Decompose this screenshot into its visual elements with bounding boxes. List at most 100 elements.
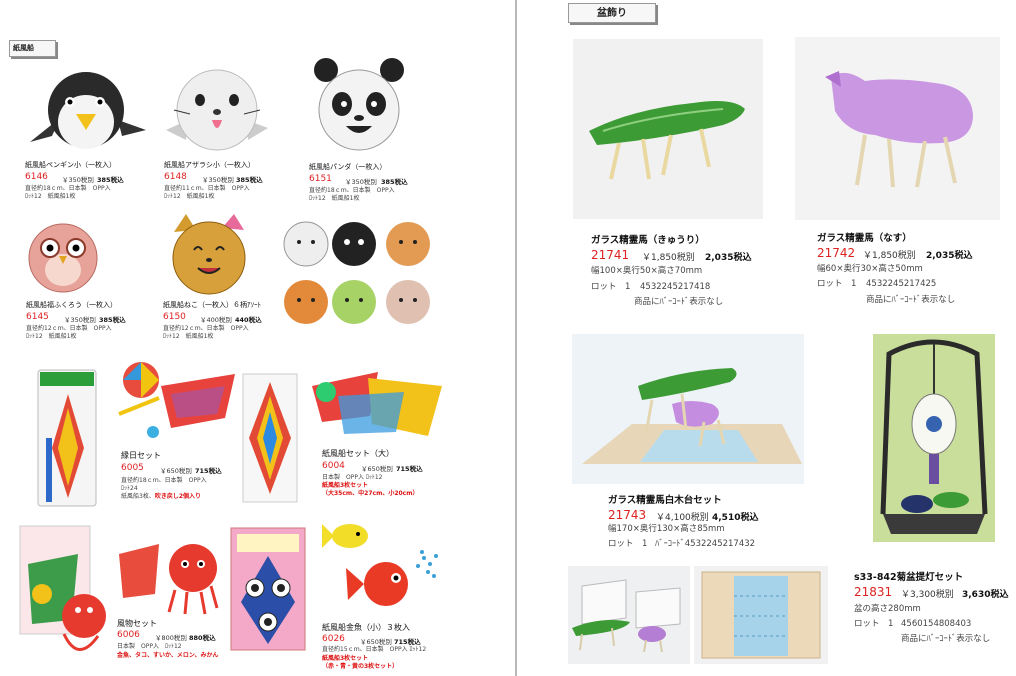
seal-balloon-photo bbox=[160, 58, 275, 156]
spec-line: 直径約18ｃｍ、日本製 OPP入 bbox=[121, 477, 207, 484]
section-label-bonkazari: 盆飾り bbox=[568, 3, 656, 23]
note-red: 紙風船3枚セット bbox=[322, 655, 369, 662]
price-in: 715税込 bbox=[396, 465, 423, 473]
price-in: 385税込 bbox=[381, 178, 408, 186]
section-label-kamifusen: 紙風船 bbox=[9, 40, 56, 57]
price-ex: ￥3,300税別 bbox=[901, 590, 954, 600]
ennichi-set-package-photo bbox=[34, 368, 100, 508]
note-red: （赤・青・黄の3枚セット） bbox=[322, 663, 399, 670]
price-in: 385税込 bbox=[97, 176, 124, 184]
price-in: 385税込 bbox=[99, 316, 126, 324]
product-name: 紙風船金魚（小）３枚入 bbox=[322, 623, 410, 632]
price-in: 715税込 bbox=[394, 638, 421, 646]
price-ex: ￥650税別 bbox=[361, 465, 393, 473]
price-ex: ￥1,850税別 bbox=[642, 253, 695, 263]
spec-line: ﾛｯﾄ12 紙風船1枚 bbox=[309, 195, 360, 202]
price-in: 4,510税込 bbox=[712, 513, 759, 523]
product-name: s33-842菊盆提灯セット bbox=[854, 572, 964, 583]
product-code: 6151 bbox=[309, 174, 332, 184]
note-red: 金魚、タコ、すいか、メロン、みかん bbox=[117, 652, 219, 659]
spec-line: ﾛｯﾄ12 紙風船1枚 bbox=[164, 193, 215, 200]
product-name: 風物セット bbox=[117, 619, 157, 628]
product-code: 6150 bbox=[163, 312, 186, 322]
panda-balloon-photo bbox=[308, 56, 408, 154]
product-code: 6004 bbox=[322, 461, 345, 471]
price-in: 2,035税込 bbox=[705, 253, 752, 263]
price-ex: ￥350税別 bbox=[345, 178, 377, 186]
fubutsu-set-contents-photo bbox=[113, 524, 221, 616]
product-name: ガラス精霊馬（なす） bbox=[817, 233, 912, 244]
product-code: 6006 bbox=[117, 630, 140, 640]
owl-balloon-photo bbox=[26, 214, 100, 296]
product-name: 紙風船パンダ（一枚入） bbox=[309, 163, 387, 171]
goldfish-balloon-photo bbox=[320, 514, 446, 618]
spec-line: 日本製 OPP入 ﾛｯﾄ12 bbox=[117, 643, 182, 650]
product-name: 紙風船セット（大） bbox=[322, 449, 394, 458]
product-code: 6146 bbox=[25, 172, 48, 182]
chrysanthemum-lantern-set-photo bbox=[873, 334, 995, 542]
cat-balloon-assort-photo bbox=[282, 214, 437, 332]
price-ex: ￥400税別 bbox=[200, 316, 232, 324]
product-name: ガラス精霊馬白木台セット bbox=[608, 495, 722, 506]
lot-line: ロット 1 bbox=[817, 279, 857, 289]
price-in: 3,630税込 bbox=[962, 590, 1009, 600]
penguin-balloon-photo bbox=[22, 58, 147, 156]
product-code: 6145 bbox=[26, 312, 49, 322]
barcode-note: 商品にﾊﾞｰｺｰﾄﾞ表示なし bbox=[634, 297, 724, 307]
lot-line: ロット 1 bbox=[854, 619, 894, 629]
spec-line: 日本製 OPP入 ﾛｯﾄ12 bbox=[322, 474, 383, 481]
spec-line: ﾛｯﾄ24 bbox=[121, 485, 138, 492]
product-name: 紙風船福ふくろう（一枚入） bbox=[26, 301, 117, 309]
price-ex: ￥350税別 bbox=[202, 176, 234, 184]
jan-code: 4532245217418 bbox=[640, 282, 711, 292]
spec-line: 幅170×奥行130×高さ85mm bbox=[608, 524, 725, 534]
glass-set-wooden-stand-photo bbox=[572, 334, 804, 484]
spec-line: ﾛｯﾄ12 紙風船1枚 bbox=[25, 193, 76, 200]
price-ex: ￥650税別 bbox=[360, 638, 392, 646]
spec-line: 直径約12ｃｍ、日本製 OPP入 bbox=[163, 325, 249, 332]
fubutsu-set-package-photo bbox=[18, 524, 112, 664]
product-code: 21742 bbox=[817, 246, 856, 260]
product-name: 紙風船ペンギン小（一枚入） bbox=[25, 161, 116, 169]
product-code: 21743 bbox=[608, 508, 647, 522]
spec-line: ﾛｯﾄ12 紙風船1枚 bbox=[163, 333, 214, 340]
spec-line: 直径約18ｃｍ、日本製 OPP入 bbox=[309, 187, 395, 194]
product-code: 6026 bbox=[322, 634, 345, 644]
glass-eggplant-photo bbox=[795, 37, 1000, 220]
barcode-note: 商品にﾊﾞｰｺｰﾄﾞ表示なし bbox=[866, 295, 956, 305]
price-ex: ￥350税別 bbox=[62, 176, 94, 184]
product-name: 紙風船アザラシ小（一枚入） bbox=[164, 161, 255, 169]
goldfish-set-package-photo bbox=[229, 526, 307, 652]
price-ex: ￥650税別 bbox=[160, 467, 192, 475]
lot-line: ロット 1 bbox=[608, 539, 648, 549]
product-name: ガラス精霊馬（きゅうり） bbox=[591, 235, 705, 246]
spec-line: 直径約11ｃｍ、日本製 OPP入 bbox=[164, 185, 250, 192]
spec-line: ﾛｯﾄ12 紙風船1枚 bbox=[26, 333, 77, 340]
spec-line: 紙風船3枚、吹き戻し2個入り bbox=[121, 493, 202, 500]
price-in: 880税込 bbox=[189, 634, 216, 642]
spec-line: 幅60×奥行30×高さ50mm bbox=[817, 264, 923, 274]
price-ex: ￥350税別 bbox=[64, 316, 96, 324]
page-divider bbox=[515, 0, 517, 676]
glass-set-packaging-photo bbox=[568, 566, 690, 664]
glass-cucumber-photo bbox=[573, 39, 763, 219]
spec-line: 盆の高さ280mm bbox=[854, 604, 921, 614]
jan-code: ﾊﾞｰｺｰﾄﾞ4532245217432 bbox=[655, 539, 756, 549]
lot-line: ロット 1 bbox=[591, 282, 631, 292]
price-in: 715税込 bbox=[195, 467, 222, 475]
spec-line: 直径約18ｃｍ、日本製 OPP入 bbox=[25, 185, 111, 192]
product-code: 6148 bbox=[164, 172, 187, 182]
product-code: 6005 bbox=[121, 463, 144, 473]
jan-code: 4560154808403 bbox=[901, 619, 972, 629]
cat-balloon-photo bbox=[168, 212, 250, 296]
spec-line: 幅100×奥行50×高さ70mm bbox=[591, 266, 703, 276]
kamifusen-set-large-package-photo bbox=[241, 372, 299, 504]
price-in: 385税込 bbox=[236, 176, 263, 184]
ennichi-set-contents-photo bbox=[113, 358, 238, 443]
note-red: 紙風船3枚セット bbox=[322, 482, 369, 489]
product-code: 21831 bbox=[854, 585, 893, 599]
price-in: 2,035税込 bbox=[926, 251, 973, 261]
spec-line: 直径約12ｃｍ、日本製 OPP入 bbox=[26, 325, 112, 332]
product-code: 21741 bbox=[591, 248, 630, 262]
price-in: 440税込 bbox=[235, 316, 262, 324]
